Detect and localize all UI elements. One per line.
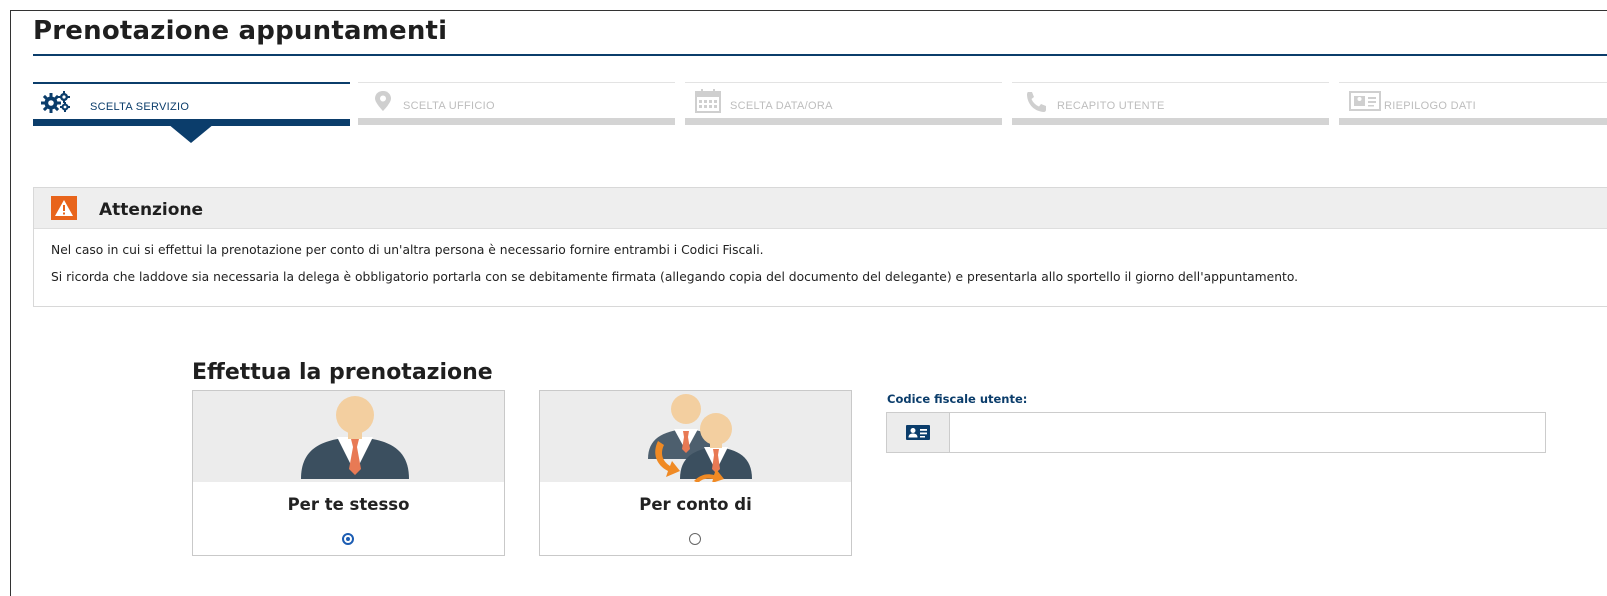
step-bar	[1339, 118, 1607, 125]
step-bar	[358, 118, 675, 125]
gears-icon	[41, 90, 71, 114]
step-scelta-servizio[interactable]: SCELTA SERVIZIO	[33, 82, 350, 126]
attention-alert: Attenzione Nel caso in cui si effettui l…	[33, 187, 1607, 307]
step-scelta-data-ora[interactable]: SCELTA DATA/ORA	[685, 82, 1002, 125]
radio-per-te-stesso[interactable]	[342, 533, 354, 545]
progress-stepper: SCELTA SERVIZIO SCELTA UFFICIO SCELTA DA…	[33, 82, 1607, 143]
fiscal-code-input-group	[886, 412, 1546, 453]
page-title: Prenotazione appuntamenti	[33, 16, 448, 46]
option-label: Per te stesso	[287, 495, 410, 514]
step-scelta-ufficio[interactable]: SCELTA UFFICIO	[358, 82, 675, 125]
option-per-conto-di[interactable]: Per conto di	[539, 390, 852, 556]
booking-title: Effettua la prenotazione	[192, 360, 493, 385]
step-bar	[685, 118, 1002, 125]
step-label: RECAPITO UTENTE	[1057, 100, 1165, 112]
warning-icon	[51, 196, 77, 220]
alert-header: Attenzione	[34, 188, 1607, 229]
step-riepilogo-dati[interactable]: RIEPILOGO DATI	[1339, 82, 1607, 125]
step-label: SCELTA SERVIZIO	[90, 101, 190, 113]
calendar-icon	[693, 89, 723, 113]
single-person-illustration	[193, 391, 504, 482]
option-per-te-stesso[interactable]: Per te stesso	[192, 390, 505, 556]
id-card-icon	[887, 413, 950, 452]
step-label: RIEPILOGO DATI	[1384, 100, 1477, 112]
two-persons-illustration	[540, 391, 851, 482]
step-recapito-utente[interactable]: RECAPITO UTENTE	[1012, 82, 1329, 125]
alert-title: Attenzione	[99, 200, 204, 220]
title-divider	[33, 54, 1607, 56]
map-pin-icon	[366, 89, 396, 113]
step-bar	[1012, 118, 1329, 125]
step-label: SCELTA UFFICIO	[403, 100, 495, 112]
alert-text-line-2: Si ricorda che laddove sia necessaria la…	[51, 270, 1299, 284]
option-label: Per conto di	[639, 495, 752, 514]
id-card-icon	[1347, 89, 1381, 113]
step-label: SCELTA DATA/ORA	[730, 100, 833, 112]
fiscal-code-label: Codice fiscale utente:	[887, 392, 1028, 406]
radio-per-conto-di[interactable]	[689, 533, 701, 545]
phone-icon	[1020, 89, 1050, 113]
alert-text-line-1: Nel caso in cui si effettui la prenotazi…	[51, 243, 764, 257]
active-step-pointer	[168, 124, 214, 143]
fiscal-code-input[interactable]	[950, 413, 1544, 452]
